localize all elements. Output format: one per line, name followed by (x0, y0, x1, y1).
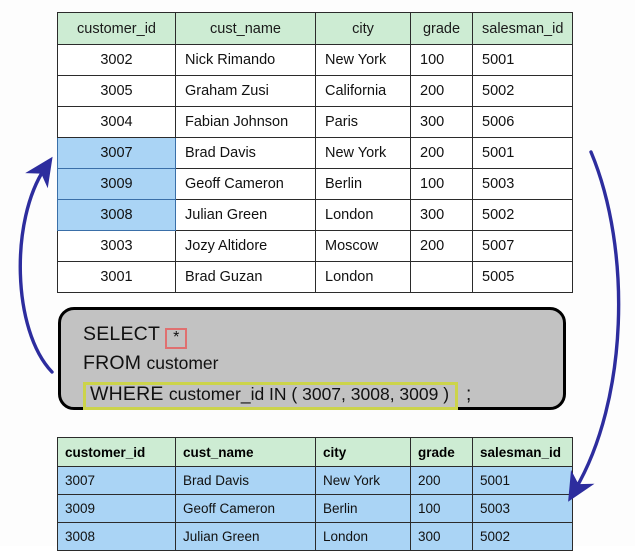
sql-keyword-where: WHERE (90, 383, 164, 405)
result-col-customer-id: customer_id (57, 437, 176, 467)
source-cell-city: New York (315, 44, 411, 76)
source-col-customer-id: customer_id (57, 12, 176, 45)
source-cell-salesman_id: 5003 (472, 168, 573, 200)
source-cell-customer_id: 3003 (57, 230, 176, 262)
table-row: 3007 Brad Davis New York 200 5001 (57, 137, 573, 169)
result-cell-cust_name: Brad Davis (175, 466, 316, 495)
source-cell-cust_name: Brad Davis (175, 137, 316, 169)
source-cell-city: London (315, 261, 411, 293)
source-cell-customer_id: 3005 (57, 75, 176, 107)
source-customer-table: customer_id cust_name city grade salesma… (57, 12, 573, 293)
sql-table-name: customer (146, 353, 219, 373)
result-table-header-row: customer_id cust_name city grade salesma… (57, 437, 573, 467)
source-col-grade: grade (410, 12, 473, 45)
result-cell-grade: 300 (410, 522, 473, 551)
source-cell-grade (410, 261, 473, 293)
source-cell-customer_id: 3008 (57, 199, 176, 231)
result-set-table: customer_id cust_name city grade salesma… (57, 437, 573, 551)
sql-where-highlight: WHERE customer_id IN ( 3007, 3008, 3009 … (83, 382, 459, 410)
table-row: 3009 Geoff Cameron Berlin 100 5003 (57, 494, 573, 523)
source-cell-customer_id: 3009 (57, 168, 176, 200)
sql-line-select: SELECT * (83, 323, 188, 349)
query-to-source-rows-arrow (18, 156, 54, 374)
source-cell-city: Moscow (315, 230, 411, 262)
table-row: 3009 Geoff Cameron Berlin 100 5003 (57, 168, 573, 200)
source-cell-cust_name: Nick Rimando (175, 44, 316, 76)
sql-star-highlight: * (165, 328, 188, 349)
source-cell-salesman_id: 5005 (472, 261, 573, 293)
source-cell-grade: 300 (410, 199, 473, 231)
result-cell-salesman_id: 5001 (472, 466, 573, 495)
source-cell-cust_name: Fabian Johnson (175, 106, 316, 138)
result-cell-customer_id: 3009 (57, 494, 176, 523)
source-col-salesman-id: salesman_id (472, 12, 573, 45)
result-cell-grade: 200 (410, 466, 473, 495)
result-cell-grade: 100 (410, 494, 473, 523)
source-cell-cust_name: Jozy Altidore (175, 230, 316, 262)
result-col-city: city (315, 437, 411, 467)
table-row: 3005 Graham Zusi California 200 5002 (57, 75, 573, 107)
result-cell-salesman_id: 5003 (472, 494, 573, 523)
source-cell-salesman_id: 5002 (472, 75, 573, 107)
table-row: 3003 Jozy Altidore Moscow 200 5007 (57, 230, 573, 262)
result-cell-cust_name: Geoff Cameron (175, 494, 316, 523)
result-cell-city: New York (315, 466, 411, 495)
result-cell-customer_id: 3008 (57, 522, 176, 551)
sql-keyword-from: FROM (83, 352, 142, 374)
sql-line-where: WHERE customer_id IN ( 3007, 3008, 3009 … (83, 382, 471, 410)
source-cell-salesman_id: 5001 (472, 44, 573, 76)
source-col-cust-name: cust_name (175, 12, 316, 45)
source-table-header-row: customer_id cust_name city grade salesma… (57, 12, 573, 45)
sql-terminator: ; (466, 384, 472, 405)
source-cell-cust_name: Graham Zusi (175, 75, 316, 107)
source-cell-city: Berlin (315, 168, 411, 200)
source-cell-cust_name: Julian Green (175, 199, 316, 231)
result-cell-salesman_id: 5002 (472, 522, 573, 551)
source-cell-grade: 200 (410, 75, 473, 107)
source-cell-customer_id: 3002 (57, 44, 176, 76)
sql-in-expression: customer_id IN ( 3007, 3008, 3009 ) (168, 384, 450, 404)
result-cell-customer_id: 3007 (57, 466, 176, 495)
sql-keyword-select: SELECT (83, 323, 161, 345)
result-col-salesman-id: salesman_id (472, 437, 573, 467)
diagram-canvas: customer_id cust_name city grade salesma… (0, 0, 635, 551)
table-row: 3008 Julian Green London 300 5002 (57, 199, 573, 231)
result-col-cust-name: cust_name (175, 437, 316, 467)
source-cell-grade: 100 (410, 44, 473, 76)
source-cell-salesman_id: 5002 (472, 199, 573, 231)
source-cell-city: London (315, 199, 411, 231)
source-cell-cust_name: Brad Guzan (175, 261, 316, 293)
table-row: 3001 Brad Guzan London 5005 (57, 261, 573, 293)
source-cell-grade: 300 (410, 106, 473, 138)
table-row: 3004 Fabian Johnson Paris 300 5006 (57, 106, 573, 138)
table-row: 3002 Nick Rimando New York 100 5001 (57, 44, 573, 76)
source-cell-grade: 200 (410, 137, 473, 169)
result-col-grade: grade (410, 437, 473, 467)
result-cell-cust_name: Julian Green (175, 522, 316, 551)
source-cell-city: California (315, 75, 411, 107)
sql-query-box: SELECT * FROM customer WHERE customer_id … (58, 307, 566, 410)
sql-line-from: FROM customer (83, 352, 219, 374)
result-cell-city: Berlin (315, 494, 411, 523)
source-cell-grade: 100 (410, 168, 473, 200)
source-cell-salesman_id: 5007 (472, 230, 573, 262)
source-cell-customer_id: 3007 (57, 137, 176, 169)
source-cell-customer_id: 3001 (57, 261, 176, 293)
source-cell-salesman_id: 5006 (472, 106, 573, 138)
result-cell-city: London (315, 522, 411, 551)
source-to-result-arrow (568, 150, 621, 502)
source-cell-salesman_id: 5001 (472, 137, 573, 169)
source-col-city: city (315, 12, 411, 45)
source-cell-city: New York (315, 137, 411, 169)
table-row: 3007 Brad Davis New York 200 5001 (57, 466, 573, 495)
table-row: 3008 Julian Green London 300 5002 (57, 522, 573, 551)
source-cell-grade: 200 (410, 230, 473, 262)
source-cell-city: Paris (315, 106, 411, 138)
source-cell-customer_id: 3004 (57, 106, 176, 138)
source-cell-cust_name: Geoff Cameron (175, 168, 316, 200)
